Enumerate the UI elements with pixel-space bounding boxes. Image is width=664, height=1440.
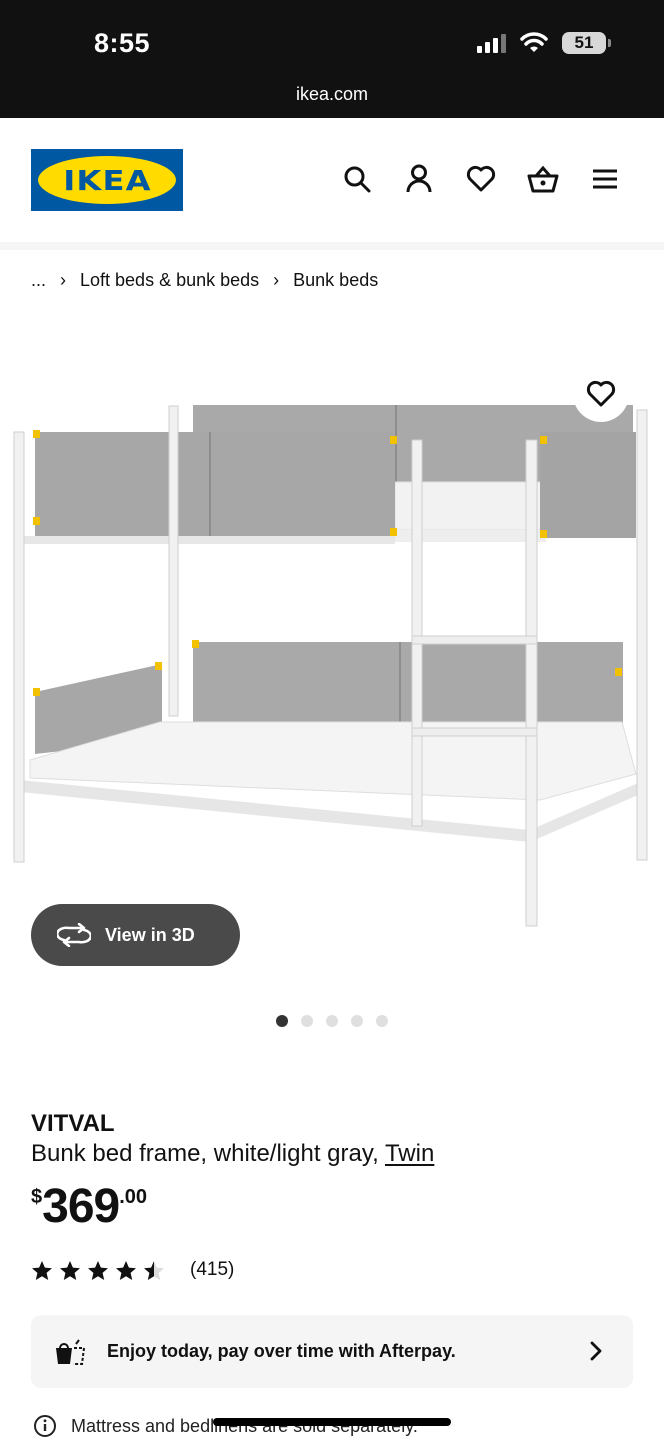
- breadcrumb-ellipsis[interactable]: ...: [31, 270, 46, 291]
- carousel-dot[interactable]: [351, 1015, 363, 1027]
- battery-level: 51: [574, 33, 594, 52]
- price-decimal: .00: [119, 1186, 148, 1208]
- header-actions: [340, 162, 622, 196]
- ikea-logo[interactable]: IKEA: [31, 149, 183, 211]
- breadcrumb-item-bunk-beds[interactable]: Bunk beds: [293, 270, 378, 291]
- view-in-3d-label: View in 3D: [105, 924, 195, 945]
- star-rating: [31, 1260, 165, 1281]
- carousel-dot[interactable]: [326, 1015, 338, 1027]
- price-currency: $: [31, 1186, 43, 1208]
- rating-count: (415): [190, 1259, 235, 1280]
- breadcrumb-separator: ›: [60, 270, 67, 290]
- breadcrumb: ... › Loft beds & bunk beds › Bunk beds: [31, 270, 378, 291]
- status-icons: 51: [477, 32, 611, 54]
- account-icon[interactable]: [402, 162, 436, 196]
- afterpay-text: Enjoy today, pay over time with Afterpay…: [107, 1341, 456, 1361]
- heart-icon[interactable]: [464, 162, 498, 196]
- breadcrumb-item-loft-bunk-beds[interactable]: Loft beds & bunk beds: [80, 270, 259, 291]
- size-link[interactable]: Twin: [385, 1140, 434, 1167]
- heart-icon: [586, 380, 616, 407]
- afterpay-bag-icon: [56, 1338, 86, 1365]
- logo-text: IKEA: [62, 163, 152, 197]
- site-header: IKEA: [0, 118, 664, 242]
- cart-icon[interactable]: [526, 162, 560, 196]
- star-icon: [88, 1260, 108, 1280]
- header-divider: [0, 242, 664, 250]
- battery-icon: 51: [562, 32, 611, 54]
- carousel-dot[interactable]: [276, 1015, 288, 1027]
- price-integer: 369: [42, 1180, 120, 1233]
- info-icon: [34, 1415, 56, 1437]
- rotate-3d-icon: [57, 923, 91, 947]
- status-time: 8:55: [94, 28, 151, 58]
- chevron-right-icon: [590, 1341, 602, 1361]
- signal-icon: [477, 33, 506, 53]
- product-image[interactable]: [0, 370, 664, 940]
- carousel-dot[interactable]: [301, 1015, 313, 1027]
- product-description: Bunk bed frame, white/light gray, Twin: [31, 1140, 434, 1168]
- home-indicator[interactable]: [213, 1418, 451, 1426]
- half-star-icon: [144, 1260, 164, 1280]
- product-name: VITVAL: [31, 1110, 115, 1137]
- search-icon[interactable]: [340, 162, 374, 196]
- rating[interactable]: (415): [31, 1259, 234, 1281]
- star-icon: [116, 1260, 136, 1280]
- star-icon: [60, 1260, 80, 1280]
- logo-oval: IKEA: [38, 156, 176, 204]
- star-icon: [32, 1260, 52, 1280]
- add-to-favourites-button[interactable]: [573, 366, 629, 422]
- url-bar[interactable]: ikea.com: [0, 84, 664, 105]
- product-description-text: Bunk bed frame, white/light gray,: [31, 1140, 379, 1167]
- status-bar: 8:55 51 ikea.com: [0, 0, 664, 118]
- carousel-dot[interactable]: [376, 1015, 388, 1027]
- menu-icon[interactable]: [588, 162, 622, 196]
- wifi-icon: [520, 32, 548, 52]
- price: $ 369 .00: [31, 1180, 147, 1234]
- carousel-dots: [0, 1015, 664, 1027]
- breadcrumb-separator: ›: [273, 270, 280, 290]
- afterpay-banner[interactable]: Enjoy today, pay over time with Afterpay…: [31, 1315, 633, 1388]
- view-in-3d-button[interactable]: View in 3D: [31, 904, 240, 966]
